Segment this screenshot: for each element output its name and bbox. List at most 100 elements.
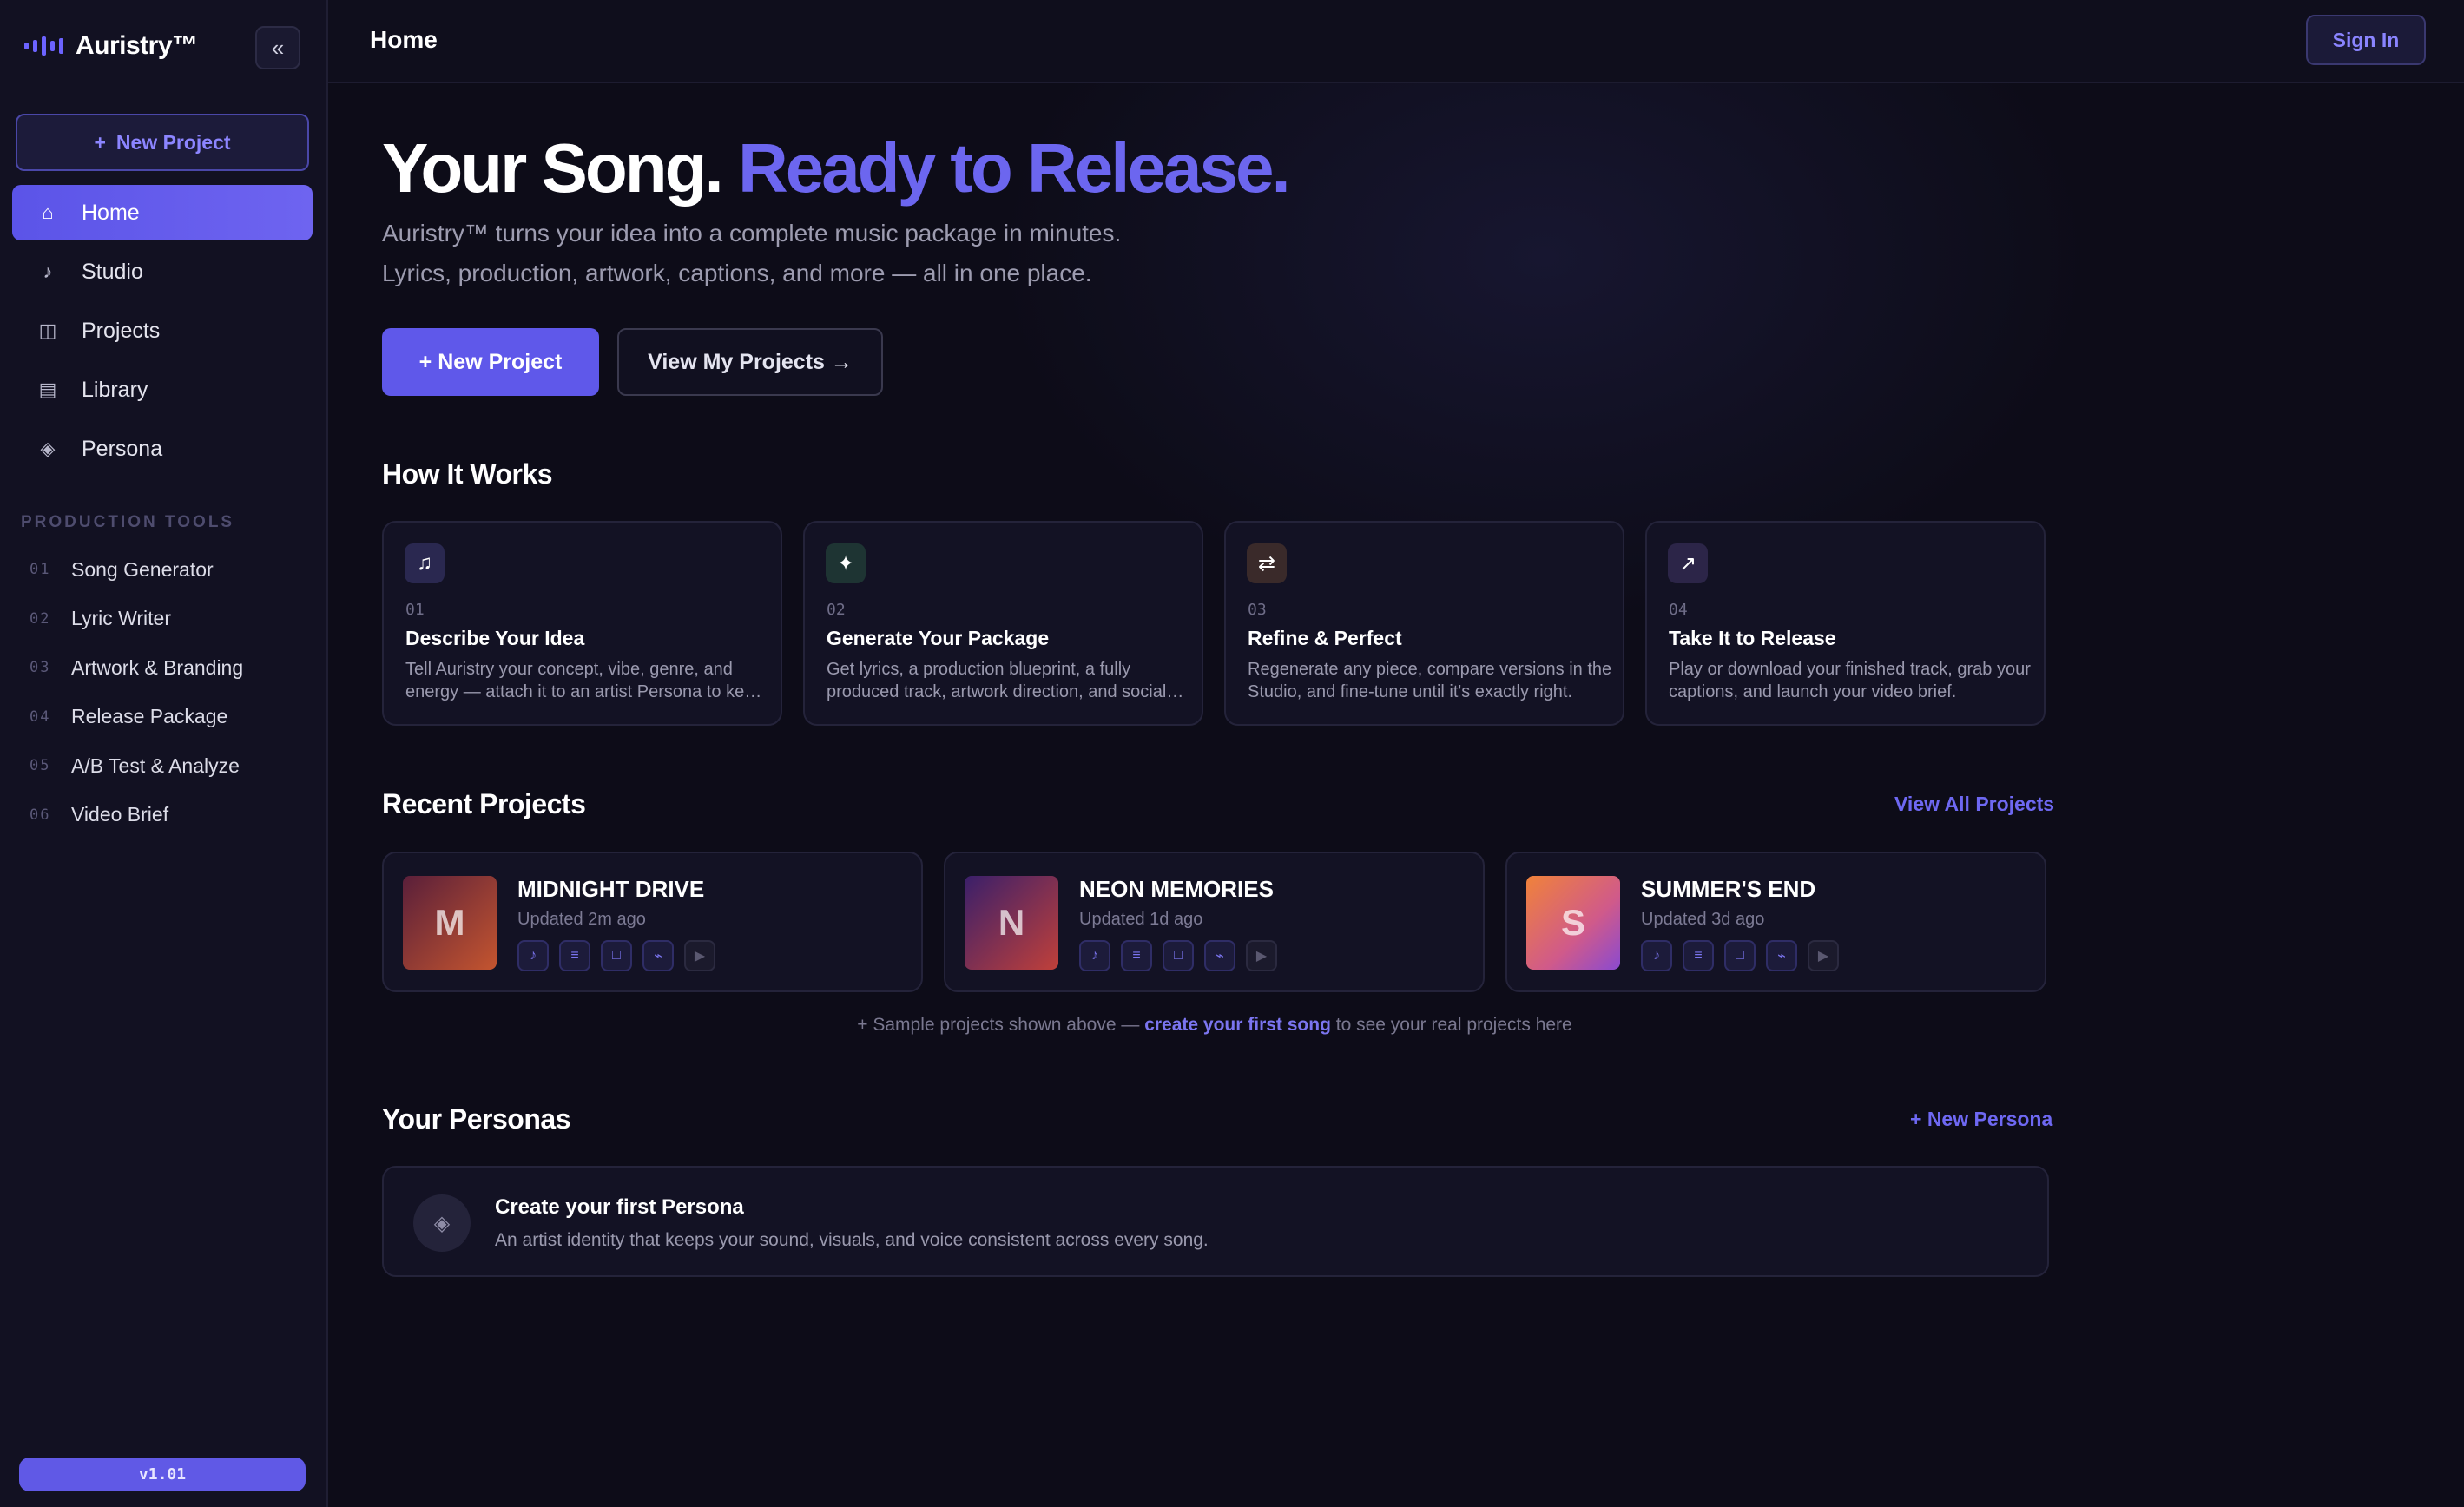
hero-subtitle: Auristry™ turns your idea into a complet… [382,214,1250,293]
create-persona-card[interactable]: ◈ Create your first Persona An artist id… [382,1166,2049,1277]
sign-in-button[interactable]: Sign In [2306,15,2426,65]
sidebar-new-project-button[interactable]: + New Project [16,114,309,171]
double-chevron-left-icon: « [271,34,285,61]
sparkle-icon: ✦ [826,543,866,583]
sample-projects-note: + Sample projects shown above — create y… [382,1015,2047,1036]
project-title: MIDNIGHT DRIVE [517,876,705,902]
create-persona-title: Create your first Persona [495,1195,744,1219]
step-card: ↗ 04 Take It to Release Play or download… [1645,521,2046,726]
production-tools-heading: PRODUCTION TOOLS [21,513,235,531]
artwork-icon[interactable]: □ [1724,940,1756,971]
sidebar-item-projects[interactable]: ◫ Projects [12,303,313,359]
sidebar-item-studio[interactable]: ♪ Studio [12,244,313,299]
persona-diamond-icon: ◈ [413,1194,471,1252]
recent-projects-list: M MIDNIGHT DRIVE Updated 2m ago ♪ ≡ □ ⌁ … [382,852,2046,992]
music-notes-icon: ♫ [405,543,445,583]
music-note-icon: ♪ [43,260,53,282]
tool-lyric-writer[interactable]: 02 Lyric Writer [30,595,243,644]
music-note-icon[interactable]: ♪ [1641,940,1672,971]
hero-title: Your Song. Ready to Release. [382,128,1291,208]
new-persona-link[interactable]: + New Persona [1910,1108,2052,1131]
view-my-projects-button[interactable]: View My Projects → [617,328,883,396]
tool-number: 01 [30,561,51,579]
step-number: 03 [1248,601,1267,619]
version-badge: v1.01 [19,1458,306,1491]
tool-number: 02 [30,609,51,628]
create-first-song-link[interactable]: create your first song [1144,1015,1331,1035]
artwork-icon[interactable]: □ [601,940,632,971]
tool-number: 04 [30,707,51,726]
your-personas-heading: Your Personas [382,1103,570,1135]
project-cover: N [965,876,1058,970]
tool-artwork-branding[interactable]: 03 Artwork & Branding [30,643,243,693]
tool-label: Release Package [71,705,228,728]
lyrics-icon[interactable]: ≡ [1121,940,1152,971]
sidebar-item-label: Studio [82,259,143,284]
lyrics-icon[interactable]: ≡ [1683,940,1714,971]
sample-note-text: + Sample projects shown above — [857,1015,1145,1035]
project-title: SUMMER'S END [1641,876,1816,902]
tool-label: Song Generator [71,557,214,581]
tool-number: 05 [30,757,51,775]
diamond-icon: ◈ [40,438,56,459]
sidebar-item-library[interactable]: ▤ Library [12,362,313,418]
tool-ab-test[interactable]: 05 A/B Test & Analyze [30,741,243,791]
production-tools-list: 01 Song Generator 02 Lyric Writer 03 Art… [30,545,243,839]
recent-projects-heading: Recent Projects [382,788,586,819]
project-cover: M [403,876,497,970]
step-title: Refine & Perfect [1248,627,1402,649]
step-description: Tell Auristry your concept, vibe, genre,… [405,660,764,701]
project-updated: Updated 3d ago [1641,910,1765,929]
step-card: ♫ 01 Describe Your Idea Tell Auristry yo… [382,521,782,726]
video-play-icon[interactable]: ▶ [1808,940,1839,971]
page-title: Home [370,26,438,53]
project-asset-chips: ♪ ≡ □ ⌁ ▶ [517,940,715,971]
folder-icon: ◫ [38,319,57,341]
music-note-icon[interactable]: ♪ [1079,940,1110,971]
home-icon: ⌂ [42,201,54,223]
how-it-works-steps: ♫ 01 Describe Your Idea Tell Auristry yo… [382,521,2046,726]
hero-subtitle-line-1: Auristry™ turns your idea into a complet… [382,220,1122,247]
brand[interactable]: Auristry™ [24,31,198,61]
step-description: Get lyrics, a production blueprint, a fu… [827,660,1167,701]
arrow-up-right-icon: ↗ [1668,543,1708,583]
hero-title-accent: Ready to Release. [737,129,1291,207]
hero-new-project-button[interactable]: + New Project [382,328,599,396]
lyrics-icon[interactable]: ≡ [559,940,590,971]
tool-label: A/B Test & Analyze [71,754,240,777]
tool-video-brief[interactable]: 06 Video Brief [30,791,243,840]
tool-release-package[interactable]: 04 Release Package [30,693,243,742]
project-cover: S [1526,876,1620,970]
sample-note-text-end: to see your real projects here [1330,1015,1572,1035]
tool-number: 06 [30,806,51,824]
music-note-icon[interactable]: ♪ [517,940,549,971]
view-all-projects-link[interactable]: View All Projects [1894,793,2054,816]
captions-icon[interactable]: ⌁ [642,940,674,971]
tool-number: 03 [30,659,51,677]
sidebar-item-label: Home [82,200,140,225]
create-persona-description: An artist identity that keeps your sound… [495,1230,1209,1250]
tool-label: Lyric Writer [71,607,171,630]
project-card-summers-end[interactable]: S SUMMER'S END Updated 3d ago ♪ ≡ □ ⌁ ▶ [1505,852,2046,992]
project-card-neon-memories[interactable]: N NEON MEMORIES Updated 1d ago ♪ ≡ □ ⌁ ▶ [944,852,1485,992]
plus-icon: + [94,130,106,154]
main-content: Your Song. Ready to Release. Auristry™ t… [328,83,2464,1507]
video-play-icon[interactable]: ▶ [1246,940,1277,971]
swap-arrows-icon: ⇄ [1247,543,1287,583]
captions-icon[interactable]: ⌁ [1204,940,1235,971]
sidebar-item-home[interactable]: ⌂ Home [12,185,313,240]
captions-icon[interactable]: ⌁ [1766,940,1797,971]
step-title: Take It to Release [1669,627,1836,649]
sidebar-item-persona[interactable]: ◈ Persona [12,421,313,477]
step-description: Regenerate any piece, compare versions i… [1248,660,1612,701]
collapse-sidebar-button[interactable]: « [255,26,300,69]
sidebar: Auristry™ « + New Project ⌂ Home ♪ Studi… [0,0,328,1507]
video-play-icon[interactable]: ▶ [684,940,715,971]
hero-title-part-1: Your Song. [382,129,724,207]
brand-name: Auristry™ [76,31,198,60]
project-card-midnight-drive[interactable]: M MIDNIGHT DRIVE Updated 2m ago ♪ ≡ □ ⌁ … [382,852,923,992]
tool-label: Artwork & Branding [71,655,244,679]
how-it-works-heading: How It Works [382,458,553,490]
artwork-icon[interactable]: □ [1163,940,1194,971]
tool-song-generator[interactable]: 01 Song Generator [30,545,243,595]
